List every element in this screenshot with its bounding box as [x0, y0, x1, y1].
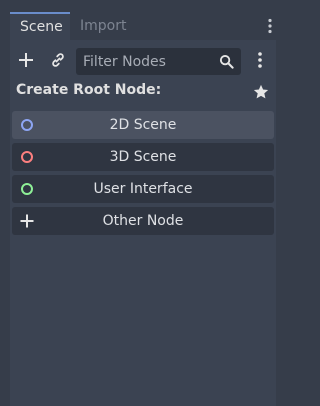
3d-scene-button[interactable]: 3D Scene [12, 143, 274, 171]
tab-menu-button[interactable] [264, 18, 276, 34]
add-node-button[interactable] [14, 48, 38, 72]
node-label: Other Node [102, 213, 184, 229]
filter-nodes-field [76, 48, 241, 75]
node-label: 3D Scene [109, 149, 177, 165]
scene-toolbar [10, 45, 276, 75]
scene-dock: Scene Import Filter Nodes Create Root No… [0, 0, 286, 406]
search-icon [219, 54, 234, 69]
scene-panel: Create Root Node: 2D Scene 3D Scene [10, 40, 276, 406]
root-node-list: 2D Scene 3D Scene User Interface Other N… [12, 111, 274, 239]
tab-bar: Scene Import [0, 12, 286, 40]
node-label: User Interface [93, 181, 193, 197]
favorites-button[interactable] [252, 83, 270, 101]
vertical-dots-icon [258, 52, 262, 68]
link-icon [52, 53, 64, 67]
tab-scene[interactable]: Scene [10, 12, 70, 40]
other-node-button[interactable]: Other Node [12, 207, 274, 235]
2d-scene-button[interactable]: 2D Scene [12, 111, 274, 139]
vertical-dots-icon [268, 18, 272, 34]
user-interface-button[interactable]: User Interface [12, 175, 274, 203]
star-icon [253, 84, 269, 99]
tab-import[interactable]: Import [70, 12, 140, 40]
plus-icon [19, 53, 33, 67]
create-root-node-heading: Create Root Node: [16, 82, 162, 98]
instance-scene-button[interactable] [46, 48, 70, 72]
scene-menu-button[interactable] [248, 48, 272, 72]
filter-nodes-input[interactable] [76, 48, 216, 75]
node-label: 2D Scene [109, 117, 177, 133]
